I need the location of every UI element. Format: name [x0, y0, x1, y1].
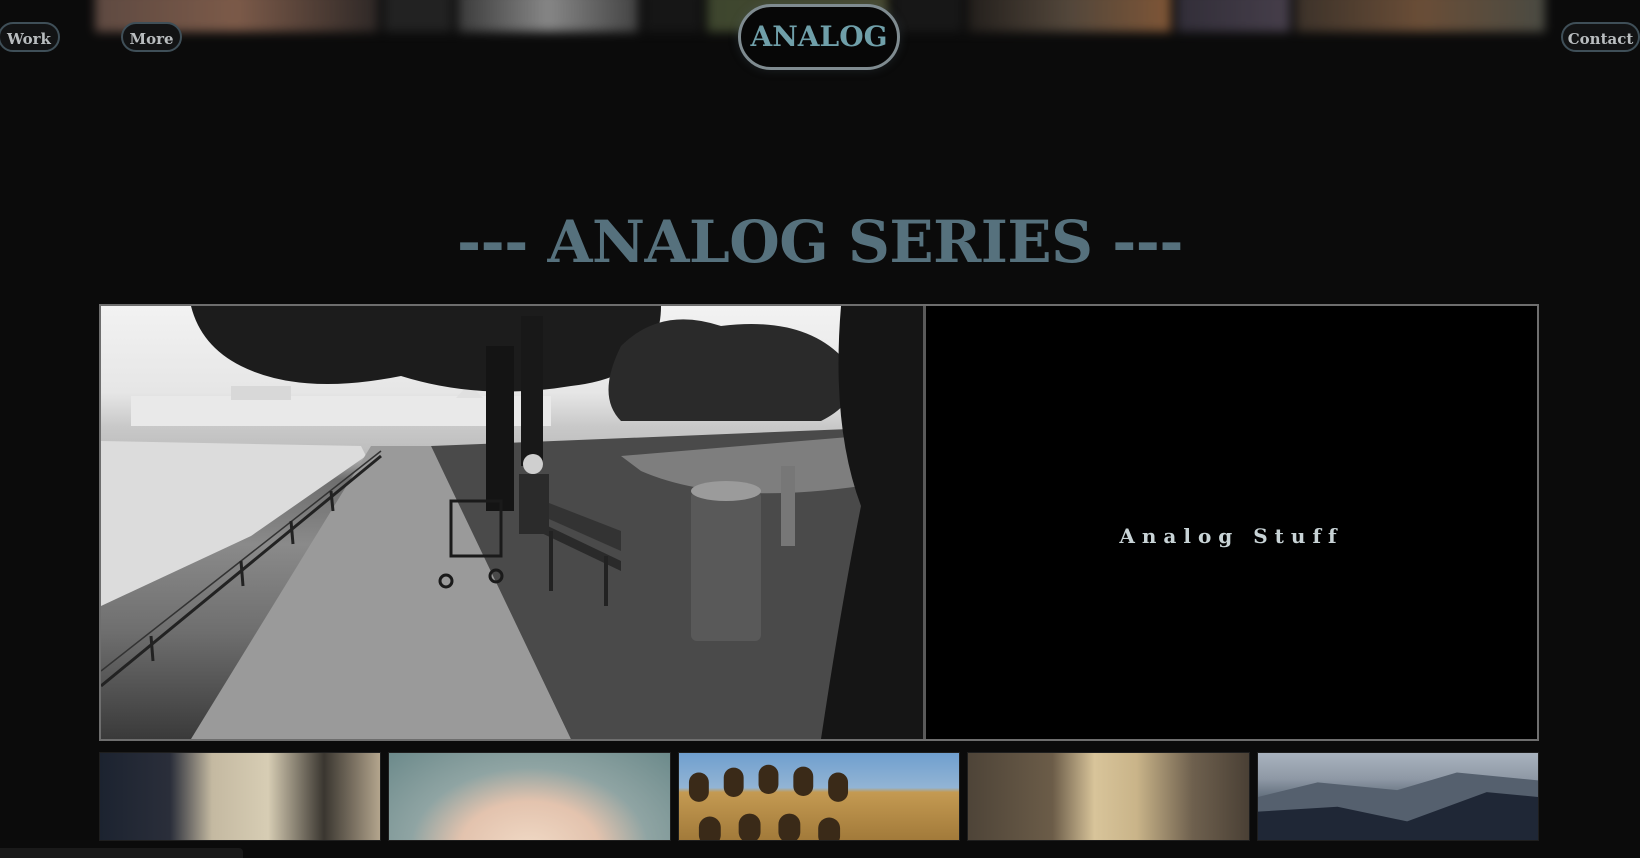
mountain-landscape-photo[interactable]	[1256, 752, 1540, 841]
thumbnail-gallery	[99, 752, 1540, 841]
colosseum-photo[interactable]	[677, 752, 961, 841]
nav-contact-button[interactable]: Contact	[1561, 22, 1640, 52]
feature-caption: Analog Stuff	[1119, 523, 1344, 548]
park-bench-photo[interactable]	[101, 306, 926, 739]
nav-more-button[interactable]: More	[121, 22, 182, 52]
featured-card[interactable]: Analog Stuff	[99, 304, 1539, 741]
portrait-hands-photo[interactable]	[388, 752, 671, 841]
site-logo[interactable]: ANALOG	[738, 4, 900, 70]
weathered-window-photo[interactable]	[99, 752, 382, 841]
figure-in-dress-photo[interactable]	[967, 752, 1250, 841]
section-title: --- ANALOG SERIES ---	[457, 208, 1183, 276]
nav-work-button[interactable]: Work	[0, 22, 60, 52]
status-bar	[0, 848, 243, 858]
